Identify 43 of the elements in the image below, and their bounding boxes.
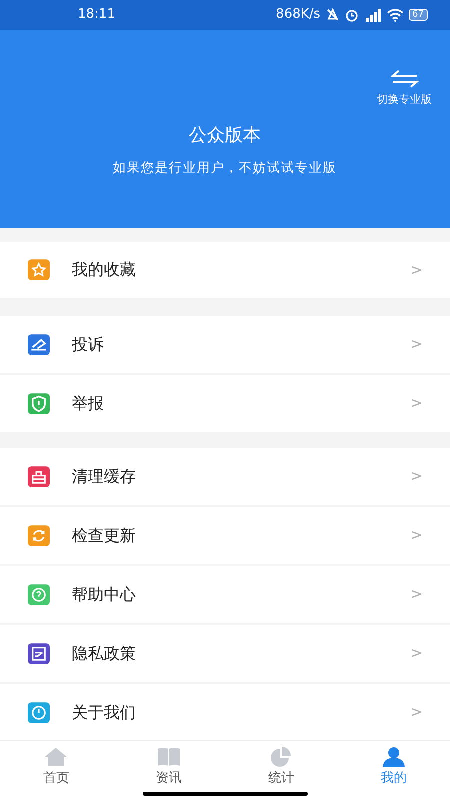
menu-item[interactable]: 关于我们 > (0, 684, 450, 740)
menu-label: 关于我们 (72, 702, 136, 724)
signal-icon (364, 8, 382, 22)
alarm-icon (344, 8, 359, 22)
chevron-icon: > (410, 392, 423, 415)
chevron-icon: > (410, 583, 423, 606)
tab-button[interactable]: 首页 (0, 741, 112, 800)
person-icon (382, 747, 406, 767)
menu-item[interactable]: 投诉 > (0, 316, 450, 373)
switch-version-button[interactable]: 切换专业版 (377, 70, 432, 108)
menu-label: 清理缓存 (72, 466, 136, 488)
book-icon (156, 747, 181, 767)
menu-item[interactable]: 帮助中心 > (0, 566, 450, 623)
menu-label: 举报 (72, 392, 104, 414)
battery-indicator: 67 (408, 9, 428, 21)
home-icon (44, 747, 68, 767)
chevron-icon: > (410, 642, 423, 665)
menu-item[interactable]: 举报 > (0, 375, 450, 432)
header-title: 公众版本 (189, 124, 261, 148)
header-subtitle: 如果您是行业用户，不妨试试专业版 (113, 160, 337, 178)
chevron-icon: > (410, 333, 423, 356)
status-time: 18:11 (78, 6, 116, 24)
menu-label: 隐私政策 (72, 642, 136, 664)
wifi-icon (386, 8, 404, 22)
menu-item[interactable]: 清理缓存 > (0, 448, 450, 505)
menu-label: 投诉 (72, 334, 104, 356)
chevron-icon: > (410, 524, 423, 547)
menu-item[interactable]: 检查更新 > (0, 507, 450, 564)
tab-button[interactable]: 统计 (225, 741, 338, 800)
menu-label: 检查更新 (72, 524, 136, 546)
tab-button[interactable]: 资讯 (112, 741, 225, 800)
chevron-icon: > (410, 258, 423, 282)
tab-button[interactable]: 我的 (338, 741, 450, 800)
menu-label: 我的收藏 (72, 259, 136, 281)
network-speed: 868K/s (276, 6, 321, 24)
chevron-icon: > (410, 701, 423, 724)
chevron-icon: > (410, 465, 423, 488)
pie-chart-icon (270, 747, 292, 767)
mute-icon (326, 8, 340, 22)
menu-item[interactable]: 隐私政策 > (0, 625, 450, 682)
swap-icon (390, 70, 418, 88)
menu-label: 帮助中心 (72, 584, 136, 606)
menu-item[interactable]: 我的收藏 > (0, 242, 450, 298)
